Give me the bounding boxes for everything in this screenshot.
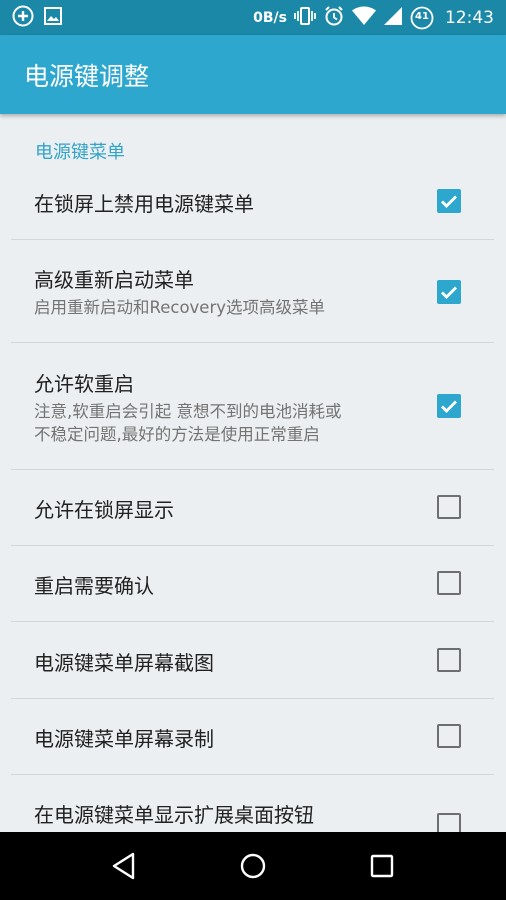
pref-title: 电源键菜单屏幕截图: [34, 651, 214, 675]
pref-summary-line1: 注意,软重启会引起 意想不到的电池消耗或: [34, 402, 342, 421]
pref-screenshot[interactable]: 电源键菜单屏幕截图: [11, 622, 494, 698]
pref-show-on-lockscreen[interactable]: 允许在锁屏显示: [11, 470, 494, 545]
checkbox-unchecked[interactable]: [437, 648, 461, 672]
checkbox-unchecked[interactable]: [437, 495, 461, 519]
pref-expanded-desktop[interactable]: 在电源键菜单显示扩展桌面按钮: [11, 775, 494, 832]
app-bar: 电源键调整: [0, 35, 506, 114]
pref-title: 在电源键菜单显示扩展桌面按钮: [34, 803, 314, 827]
checkbox-checked[interactable]: [437, 394, 461, 418]
add-circle-icon: [12, 5, 34, 31]
checkmark-icon: [441, 286, 457, 299]
pref-title: 允许在锁屏显示: [34, 498, 174, 522]
alarm-icon: [323, 5, 345, 31]
checkbox-checked[interactable]: [437, 280, 461, 304]
vibrate-icon: [294, 6, 316, 30]
battery-icon: 41: [410, 6, 434, 30]
pref-title: 高级重新启动菜单: [34, 268, 194, 292]
section-header: 电源键菜单: [35, 142, 125, 163]
checkbox-unchecked[interactable]: [437, 571, 461, 595]
preferences-list[interactable]: 电源键菜单 在锁屏上禁用电源键菜单 高级重新启动菜单 启用重新启动和Recove…: [0, 114, 506, 832]
pref-title: 电源键菜单屏幕录制: [34, 727, 214, 751]
wifi-icon: [352, 6, 376, 30]
pref-summary: 启用重新启动和Recovery选项高级菜单: [34, 298, 326, 317]
pref-disable-on-lockscreen[interactable]: 在锁屏上禁用电源键菜单: [11, 170, 494, 240]
checkbox-unchecked[interactable]: [437, 724, 461, 748]
checkmark-icon: [441, 195, 457, 208]
pref-title: 重启需要确认: [34, 574, 154, 598]
checkbox-unchecked[interactable]: [437, 813, 461, 832]
back-icon: [113, 852, 135, 880]
nav-bar: [0, 832, 506, 900]
pref-screen-record[interactable]: 电源键菜单屏幕录制: [11, 699, 494, 775]
net-speed: 0B/s: [253, 9, 287, 26]
pref-reboot-confirm[interactable]: 重启需要确认: [11, 546, 494, 622]
back-button[interactable]: [104, 846, 144, 886]
pref-title: 在锁屏上禁用电源键菜单: [34, 192, 254, 216]
home-button[interactable]: [233, 846, 273, 886]
page-title: 电源键调整: [24, 62, 150, 91]
recents-button[interactable]: [362, 846, 402, 886]
recents-icon: [370, 854, 393, 878]
checkmark-icon: [441, 400, 457, 413]
status-bar: 0B/s 41 12:43: [0, 0, 506, 35]
pref-summary-line2: 不稳定问题,最好的方法是使用正常重启: [34, 425, 320, 444]
clock: 12:43: [445, 7, 494, 28]
pref-advanced-reboot-menu[interactable]: 高级重新启动菜单 启用重新启动和Recovery选项高级菜单: [11, 240, 494, 342]
cell-signal-icon: [383, 6, 403, 30]
pref-allow-soft-reboot[interactable]: 允许软重启 注意,软重启会引起 意想不到的电池消耗或 不稳定问题,最好的方法是使…: [11, 343, 494, 469]
battery-level: 41: [415, 10, 429, 22]
image-icon: [44, 6, 62, 29]
home-icon: [240, 853, 266, 879]
pref-title: 允许软重启: [34, 372, 134, 396]
checkbox-checked[interactable]: [437, 189, 461, 213]
